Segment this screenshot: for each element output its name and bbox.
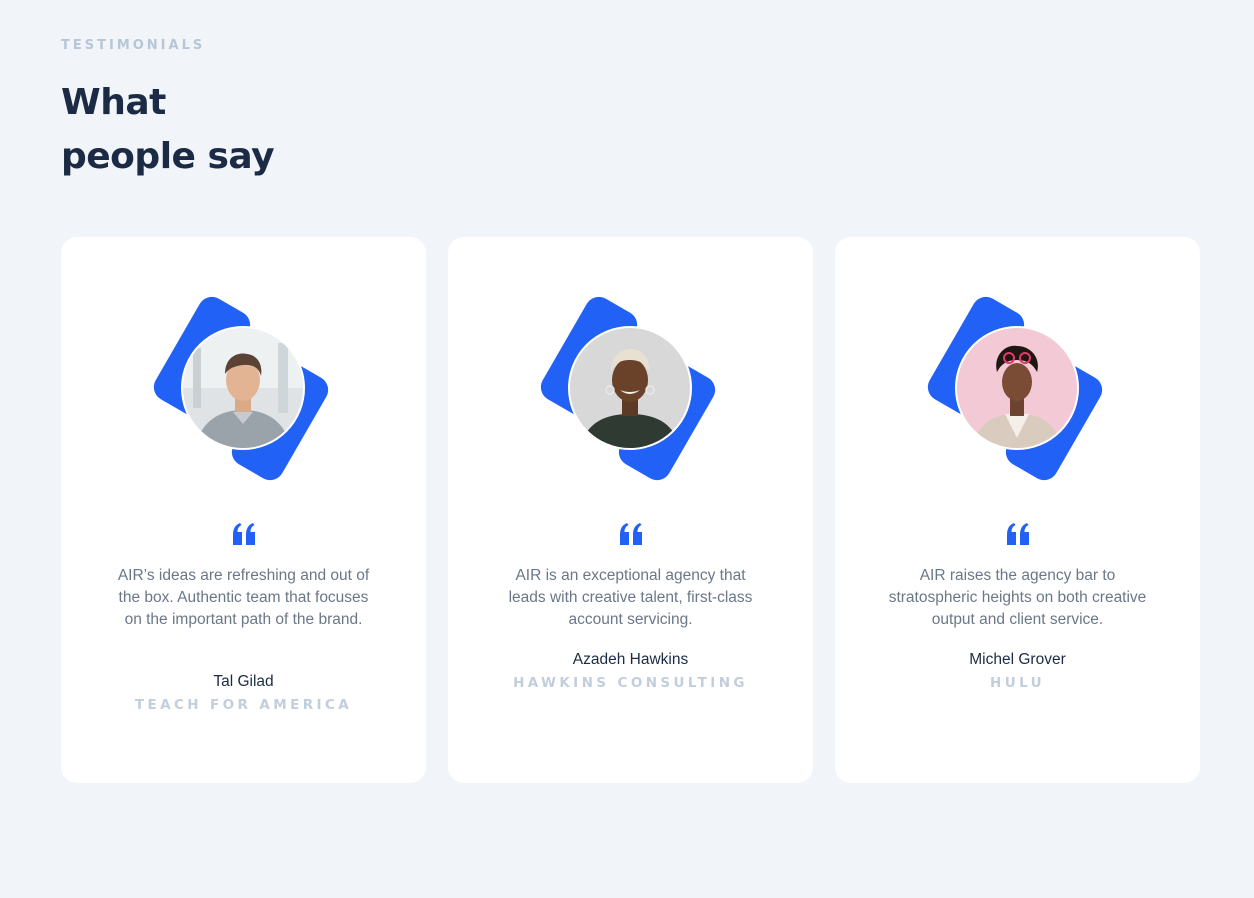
testimonial-quote: AIR raises the agency bar to stratospher…: [888, 567, 1147, 628]
avatar-frame: [926, 281, 1106, 491]
avatar-frame: [152, 281, 332, 491]
avatar: [568, 326, 692, 450]
testimonial-company: HULU: [990, 675, 1045, 691]
testimonial-meta: Azadeh Hawkins HAWKINS CONSULTING: [448, 651, 813, 691]
testimonial-company: HAWKINS CONSULTING: [513, 675, 748, 691]
avatar-image: [570, 328, 690, 448]
quote-icon: [835, 523, 1200, 555]
testimonial-quote: AIR’s ideas are refreshing and out of th…: [117, 567, 370, 628]
avatar: [955, 326, 1079, 450]
testimonial-card: AIR is an exceptional agency that leads …: [448, 237, 813, 783]
heading-line-2: people say: [61, 136, 275, 177]
heading-line-1: What: [61, 82, 166, 123]
testimonial-company: TEACH FOR AMERICA: [134, 697, 353, 713]
section-heading: What people say: [61, 76, 275, 184]
testimonial-card: AIR raises the agency bar to stratospher…: [835, 237, 1200, 783]
testimonial-card: AIR’s ideas are refreshing and out of th…: [61, 237, 426, 783]
testimonial-name: Tal Gilad: [213, 673, 274, 690]
section-eyebrow: TESTIMONIALS: [61, 38, 206, 53]
testimonial-name: Michel Grover: [969, 651, 1066, 668]
avatar: [181, 326, 305, 450]
quote-icon: [448, 523, 813, 555]
testimonial-meta: Michel Grover HULU: [835, 651, 1200, 691]
quote-icon: [61, 523, 426, 555]
avatar-image: [183, 328, 303, 448]
testimonial-meta: Tal Gilad TEACH FOR AMERICA: [61, 673, 426, 713]
testimonial-quote: AIR is an exceptional agency that leads …: [508, 567, 753, 628]
avatar-frame: [539, 281, 719, 491]
testimonial-name: Azadeh Hawkins: [572, 651, 689, 668]
testimonial-cards: AIR’s ideas are refreshing and out of th…: [61, 237, 1200, 783]
avatar-image: [957, 328, 1077, 448]
